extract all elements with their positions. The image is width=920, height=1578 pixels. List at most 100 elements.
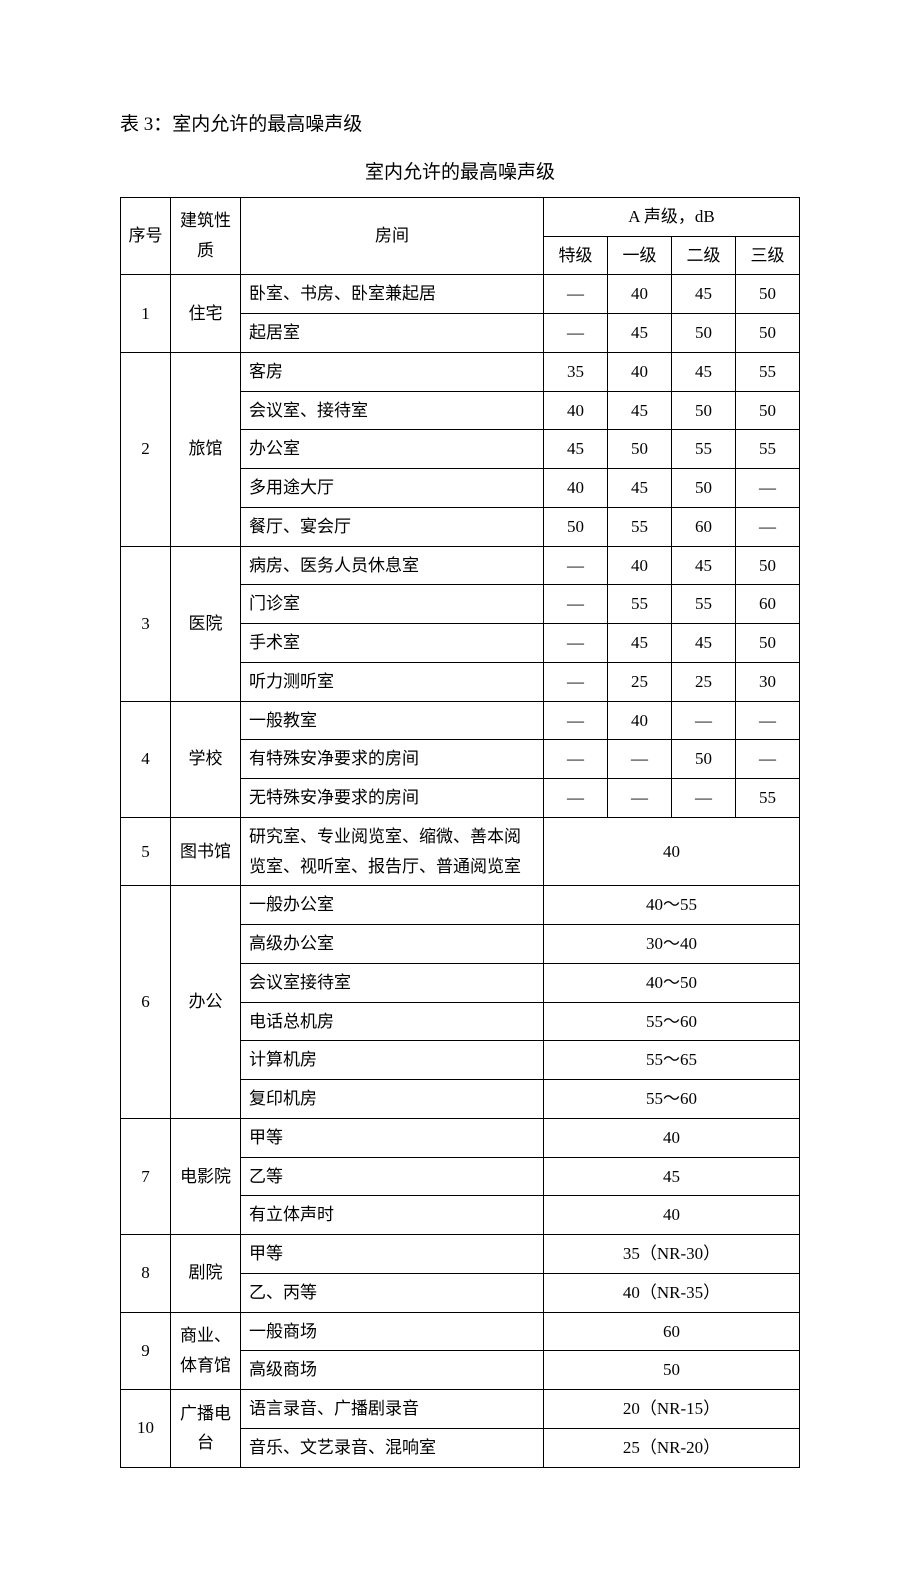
cell-value: 50 xyxy=(672,740,736,779)
cell-value-merged: 60 xyxy=(544,1312,800,1351)
cell-value-merged: 40～55 xyxy=(544,886,800,925)
cell-value-merged: 40（NR-35） xyxy=(544,1273,800,1312)
cell-value: 55 xyxy=(608,507,672,546)
cell-room: 一般商场 xyxy=(241,1312,544,1351)
cell-value-merged: 45 xyxy=(544,1157,800,1196)
cell-value-merged: 20（NR-15） xyxy=(544,1390,800,1429)
cell-room: 乙、丙等 xyxy=(241,1273,544,1312)
cell-room: 听力测听室 xyxy=(241,662,544,701)
cell-value-merged: 55～60 xyxy=(544,1002,800,1041)
cell-value: 45 xyxy=(608,624,672,663)
cell-value: 50 xyxy=(608,430,672,469)
table-row: 9商业、体育馆一般商场60 xyxy=(121,1312,800,1351)
cell-value: — xyxy=(544,740,608,779)
cell-value: 50 xyxy=(736,624,800,663)
table-row: 8剧院甲等35（NR-30） xyxy=(121,1235,800,1274)
cell-value: — xyxy=(736,507,800,546)
cell-value: — xyxy=(736,740,800,779)
cell-room: 乙等 xyxy=(241,1157,544,1196)
table-caption: 表 3：室内允许的最高噪声级 xyxy=(120,110,800,140)
cell-value: — xyxy=(544,314,608,353)
noise-level-table: 序号 建筑性质 房间 A 声级，dB 特级 一级 二级 三级 1住宅卧室、书房、… xyxy=(120,197,800,1468)
table-row: 7电影院甲等40 xyxy=(121,1118,800,1157)
col-level-1: 一级 xyxy=(608,236,672,275)
cell-category: 电影院 xyxy=(171,1118,241,1234)
cell-value: 50 xyxy=(736,391,800,430)
cell-value: — xyxy=(672,779,736,818)
cell-index: 8 xyxy=(121,1235,171,1313)
cell-index: 10 xyxy=(121,1390,171,1468)
cell-value: 55 xyxy=(672,430,736,469)
cell-value: 35 xyxy=(544,352,608,391)
col-level-2: 二级 xyxy=(672,236,736,275)
col-room: 房间 xyxy=(241,197,544,275)
cell-category: 剧院 xyxy=(171,1235,241,1313)
cell-value: 40 xyxy=(544,469,608,508)
cell-room: 卧室、书房、卧室兼起居 xyxy=(241,275,544,314)
table-row: 4学校一般教室—40—— xyxy=(121,701,800,740)
cell-room: 客房 xyxy=(241,352,544,391)
cell-value-merged: 40 xyxy=(544,817,800,886)
cell-value: 50 xyxy=(672,314,736,353)
cell-value: 45 xyxy=(672,275,736,314)
cell-room: 一般教室 xyxy=(241,701,544,740)
cell-index: 1 xyxy=(121,275,171,353)
cell-category: 住宅 xyxy=(171,275,241,353)
cell-index: 6 xyxy=(121,886,171,1119)
cell-room: 会议室接待室 xyxy=(241,963,544,1002)
cell-category: 学校 xyxy=(171,701,241,817)
table-row: 1住宅卧室、书房、卧室兼起居—404550 xyxy=(121,275,800,314)
cell-value: — xyxy=(736,469,800,508)
cell-value: — xyxy=(544,546,608,585)
cell-value: 55 xyxy=(736,779,800,818)
cell-room: 研究室、专业阅览室、缩微、善本阅览室、视听室、报告厅、普通阅览室 xyxy=(241,817,544,886)
cell-category: 图书馆 xyxy=(171,817,241,886)
cell-value: 45 xyxy=(608,391,672,430)
cell-value-merged: 25（NR-20） xyxy=(544,1428,800,1467)
cell-value: 50 xyxy=(736,275,800,314)
cell-value-merged: 35（NR-30） xyxy=(544,1235,800,1274)
cell-value-merged: 40～50 xyxy=(544,963,800,1002)
cell-value-merged: 55～60 xyxy=(544,1080,800,1119)
cell-category: 广播电台 xyxy=(171,1390,241,1468)
table-head: 序号 建筑性质 房间 A 声级，dB 特级 一级 二级 三级 xyxy=(121,197,800,275)
table-row: 2旅馆客房35404555 xyxy=(121,352,800,391)
cell-room: 手术室 xyxy=(241,624,544,663)
cell-room: 起居室 xyxy=(241,314,544,353)
cell-value-merged: 30～40 xyxy=(544,925,800,964)
table-row: 6办公一般办公室40～55 xyxy=(121,886,800,925)
cell-value-merged: 50 xyxy=(544,1351,800,1390)
cell-room: 多用途大厅 xyxy=(241,469,544,508)
cell-value: — xyxy=(736,701,800,740)
cell-value: 50 xyxy=(672,469,736,508)
col-category: 建筑性质 xyxy=(171,197,241,275)
cell-value: 50 xyxy=(672,391,736,430)
cell-value: 60 xyxy=(672,507,736,546)
cell-value-merged: 40 xyxy=(544,1118,800,1157)
cell-value: 30 xyxy=(736,662,800,701)
cell-value: 25 xyxy=(608,662,672,701)
cell-value: — xyxy=(544,701,608,740)
cell-value: — xyxy=(544,624,608,663)
cell-room: 会议室、接待室 xyxy=(241,391,544,430)
cell-index: 4 xyxy=(121,701,171,817)
cell-category: 旅馆 xyxy=(171,352,241,546)
cell-value: 40 xyxy=(608,701,672,740)
cell-value: 50 xyxy=(736,546,800,585)
cell-value: 45 xyxy=(544,430,608,469)
table-body: 1住宅卧室、书房、卧室兼起居—404550起居室—4550502旅馆客房3540… xyxy=(121,275,800,1467)
cell-value: 55 xyxy=(672,585,736,624)
cell-value: 50 xyxy=(544,507,608,546)
cell-index: 9 xyxy=(121,1312,171,1390)
cell-value: 40 xyxy=(544,391,608,430)
cell-room: 甲等 xyxy=(241,1235,544,1274)
cell-room: 门诊室 xyxy=(241,585,544,624)
cell-room: 一般办公室 xyxy=(241,886,544,925)
col-level-group: A 声级，dB xyxy=(544,197,800,236)
table-title: 室内允许的最高噪声级 xyxy=(120,158,800,188)
cell-value: 25 xyxy=(672,662,736,701)
cell-value: 45 xyxy=(672,352,736,391)
cell-room: 复印机房 xyxy=(241,1080,544,1119)
cell-value: — xyxy=(544,275,608,314)
cell-value: — xyxy=(672,701,736,740)
